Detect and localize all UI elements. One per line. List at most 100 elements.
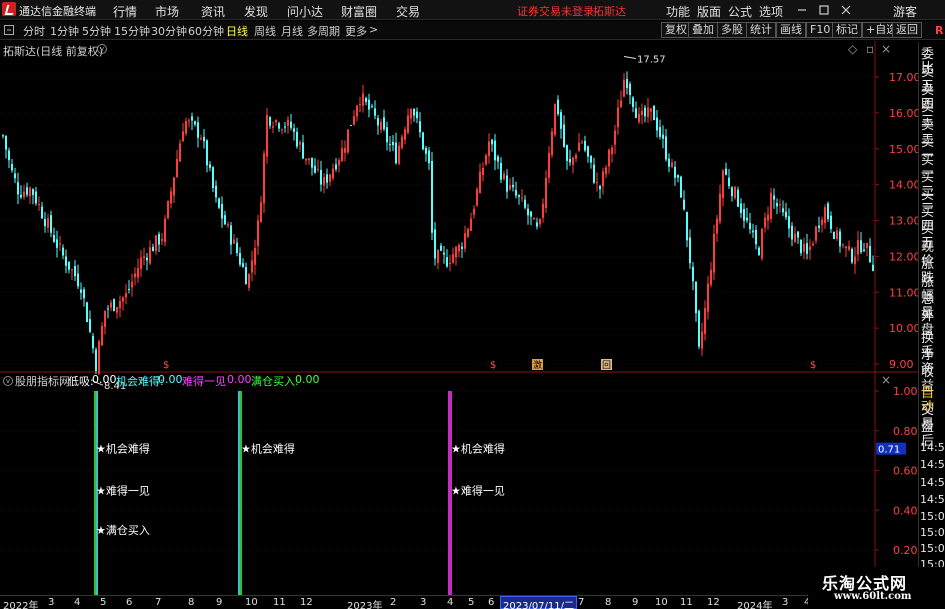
menu-options[interactable]: 选项	[759, 3, 783, 20]
period-more[interactable]: 更多	[345, 23, 367, 39]
toolbar-toggle-icon[interactable]	[4, 25, 14, 35]
period-15min[interactable]: 15分钟	[114, 23, 150, 39]
minimize-icon[interactable]	[796, 4, 808, 16]
indicator-settings-icon[interactable]: v	[3, 376, 13, 386]
btn-fuquan[interactable]: 复权	[661, 22, 691, 38]
menu-item-discover[interactable]: 发现	[244, 3, 268, 20]
candle-body	[29, 187, 31, 197]
candle-body	[71, 269, 73, 271]
maximize-icon[interactable]	[818, 4, 830, 16]
candle-body	[146, 257, 148, 261]
chart-zoom-icon[interactable]: ◇	[848, 42, 857, 56]
candle-body	[41, 206, 43, 219]
period-5min[interactable]: 5分钟	[82, 23, 111, 39]
menu-item-wealth[interactable]: 财富圈	[341, 3, 377, 20]
candle-body	[602, 171, 604, 187]
y-tick-label: 10.00	[889, 322, 918, 335]
time-label: 9	[216, 597, 223, 608]
btn-mark[interactable]: 标记	[832, 22, 862, 38]
period-60min[interactable]: 60分钟	[188, 23, 224, 39]
candle-body	[11, 164, 13, 171]
candle-body	[476, 189, 478, 206]
candle-body	[269, 117, 271, 126]
period-monthly[interactable]: 月线	[281, 23, 303, 39]
period-daily[interactable]: 日线	[226, 23, 248, 39]
candle-body	[800, 239, 802, 254]
period-multi[interactable]: 多周期	[307, 23, 340, 39]
candle-body	[134, 273, 136, 278]
time-label: 10	[655, 597, 668, 608]
menu-item-trade[interactable]: 交易	[396, 3, 420, 20]
candle-body	[503, 173, 505, 180]
login-warning[interactable]: 证券交易未登录	[517, 3, 594, 19]
main-chart-title: 拓斯达(日线 前复权)	[3, 45, 104, 58]
candle-body	[662, 134, 664, 139]
btn-f10[interactable]: F10	[806, 22, 835, 38]
indicator-name[interactable]: 股朋指标网	[15, 373, 70, 389]
tick-time: 15:00	[920, 542, 945, 555]
y-tick-label: 0.60	[893, 465, 918, 478]
candle-body	[566, 145, 568, 161]
chart-settings-icon[interactable]: v	[97, 44, 107, 54]
candle-body	[350, 124, 352, 126]
btn-overlay[interactable]: 叠加	[688, 22, 718, 38]
candle-body	[185, 121, 187, 134]
candle-body	[632, 97, 634, 107]
candle-body	[317, 168, 319, 171]
chart-close-icon[interactable]: ×	[881, 42, 891, 56]
menu-item-news[interactable]: 资讯	[201, 3, 225, 20]
candle-body	[512, 184, 514, 188]
btn-multi-stock[interactable]: 多股	[717, 22, 747, 38]
candle-body	[761, 228, 763, 259]
y-tick-label: 16.00	[889, 107, 918, 120]
more-chevron-icon[interactable]: >	[369, 23, 378, 36]
btn-stats[interactable]: 统计	[746, 22, 776, 38]
btn-back[interactable]: 返回	[892, 22, 922, 38]
chart-area[interactable]: 17.00 16.00 15.00 14.00 13.00 12.00 11.00 10.00…	[0, 41, 918, 595]
time-label: 11	[680, 597, 693, 608]
guest-label[interactable]: 游客	[893, 3, 917, 20]
candle-body	[167, 201, 169, 218]
menu-item-ask[interactable]: 问小达	[287, 3, 323, 20]
candle-body	[218, 198, 220, 208]
candle-body	[596, 182, 598, 184]
candle-body	[299, 142, 301, 145]
candle-body	[209, 164, 211, 168]
candle-body	[188, 120, 190, 122]
candle-body	[440, 245, 442, 251]
candle-body	[50, 215, 52, 233]
menu-layout[interactable]: 版面	[697, 3, 721, 20]
menu-function[interactable]: 功能	[666, 3, 690, 20]
indicator-close-icon[interactable]: ×	[881, 373, 891, 387]
menu-formula[interactable]: 公式	[728, 3, 752, 20]
candle-body	[236, 242, 238, 254]
candle-body	[455, 246, 457, 258]
period-1min[interactable]: 1分钟	[50, 23, 79, 39]
candle-body	[773, 195, 775, 200]
r-badge[interactable]: R	[935, 24, 943, 37]
candle-body	[137, 268, 139, 278]
candle-body	[563, 124, 565, 147]
menu-item-exchange[interactable]: 市场	[155, 3, 179, 20]
high-price-label: 17.57	[637, 55, 666, 66]
close-icon[interactable]	[840, 4, 852, 16]
period-timeshare[interactable]: 分时	[23, 23, 45, 39]
candle-body	[356, 105, 358, 117]
period-weekly[interactable]: 周线	[254, 23, 276, 39]
btn-draw[interactable]: 画线	[776, 22, 806, 38]
candle-body	[659, 127, 661, 137]
time-label: 12	[300, 597, 313, 608]
candle-body	[701, 331, 703, 349]
chart-expand-icon[interactable]: ▫	[866, 42, 874, 56]
candle-body	[665, 136, 667, 160]
candle-body	[716, 218, 718, 234]
time-label: 3	[420, 597, 427, 608]
candle-body	[749, 222, 751, 230]
candle-body	[650, 108, 652, 112]
candle-body	[305, 158, 307, 161]
period-30min[interactable]: 30分钟	[151, 23, 187, 39]
menu-item-market[interactable]: 行情	[113, 3, 137, 20]
candle-body	[293, 128, 295, 132]
period-toolbar: 分时 1分钟 5分钟 15分钟 30分钟 60分钟 日线 周线 月线 多周期 更…	[0, 21, 945, 40]
candle-body	[620, 100, 622, 108]
